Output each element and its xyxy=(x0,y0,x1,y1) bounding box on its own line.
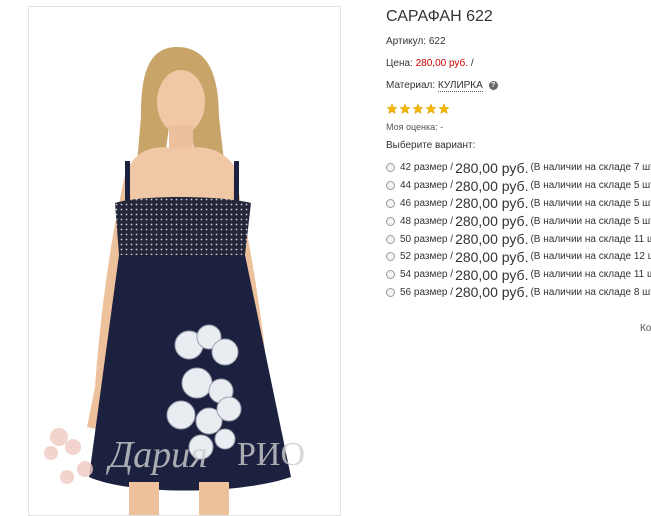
variant-price: 280,00 руб. xyxy=(455,284,529,301)
radio-icon[interactable] xyxy=(386,270,395,280)
variant-price: 280,00 руб. xyxy=(455,266,529,283)
variant-list: 42 размер / 280,00 руб. (В наличии на ск… xyxy=(386,159,651,301)
article-label: Артикул: xyxy=(386,36,427,47)
article-value: 622 xyxy=(428,36,446,47)
my-rating: Моя оценка: - xyxy=(386,122,444,132)
price-row: Цена: 280,00 руб. / xyxy=(386,58,474,69)
variant-size: 52 размер / xyxy=(400,251,454,263)
radio-icon[interactable] xyxy=(386,234,395,244)
variant-option[interactable]: 50 размер / 280,00 руб. (В наличии на ск… xyxy=(386,230,651,248)
product-title: САРАФАН 622 xyxy=(386,8,493,25)
variant-size: 56 размер / xyxy=(400,286,454,298)
star-icon[interactable] xyxy=(386,103,398,115)
material-label: Материал: xyxy=(386,80,436,91)
variant-price: 280,00 руб. xyxy=(455,213,529,230)
price-label: Цена: xyxy=(386,58,413,69)
rating-stars[interactable] xyxy=(386,103,450,115)
star-icon[interactable] xyxy=(412,103,424,115)
material-link[interactable]: КУЛИРКА xyxy=(437,80,483,92)
variant-stock: (В наличии на складе 7 шт.) xyxy=(530,162,651,174)
variant-stock: (В наличии на складе 5 шт.) xyxy=(530,180,651,192)
radio-icon[interactable] xyxy=(386,181,395,191)
variant-price: 280,00 руб. xyxy=(455,195,529,212)
star-icon[interactable] xyxy=(438,103,450,115)
variant-option[interactable]: 42 размер / 280,00 руб. (В наличии на ск… xyxy=(386,159,651,177)
variant-size: 48 размер / xyxy=(400,215,454,227)
question-circle-icon[interactable]: ? xyxy=(488,81,498,90)
variant-price: 280,00 руб. xyxy=(455,177,529,194)
star-icon[interactable] xyxy=(399,103,411,115)
variant-size: 44 размер / xyxy=(400,180,454,192)
product-photo[interactable]: Дария РИО xyxy=(28,6,341,516)
radio-icon[interactable] xyxy=(386,216,395,226)
choose-variant-label: Выберите вариант: xyxy=(386,140,476,151)
radio-icon[interactable] xyxy=(386,163,395,173)
watermark-brand: РИО xyxy=(237,436,305,473)
variant-stock: (В наличии на складе 11 шт.) xyxy=(530,233,651,245)
radio-icon[interactable] xyxy=(386,198,395,208)
variant-option[interactable]: 46 размер / 280,00 руб. (В наличии на ск… xyxy=(386,195,651,213)
cut-off-link[interactable]: Ко xyxy=(640,323,651,334)
variant-size: 54 размер / xyxy=(400,269,454,281)
variant-stock: (В наличии на складе 5 шт.) xyxy=(530,215,651,227)
material-row: Материал: КУЛИРКА ? xyxy=(386,80,498,92)
product-image: Дария РИО xyxy=(29,7,340,515)
article-row: Артикул: 622 xyxy=(386,36,446,47)
variant-price: 280,00 руб. xyxy=(455,159,529,176)
price-value: 280,00 руб. xyxy=(415,58,469,69)
star-icon[interactable] xyxy=(425,103,437,115)
radio-icon[interactable] xyxy=(386,287,395,297)
variant-size: 50 размер / xyxy=(400,233,454,245)
watermark-script: Дария xyxy=(106,434,208,476)
price-suffix: / xyxy=(470,58,474,69)
variant-stock: (В наличии на складе 12 шт.) xyxy=(530,251,651,263)
variant-stock: (В наличии на складе 8 шт.) xyxy=(530,286,651,298)
variant-option[interactable]: 44 размер / 280,00 руб. (В наличии на ск… xyxy=(386,177,651,195)
variant-price: 280,00 руб. xyxy=(455,248,529,265)
variant-option[interactable]: 48 размер / 280,00 руб. (В наличии на ск… xyxy=(386,212,651,230)
radio-icon[interactable] xyxy=(386,252,395,262)
variant-price: 280,00 руб. xyxy=(455,231,529,248)
variant-option[interactable]: 54 размер / 280,00 руб. (В наличии на ск… xyxy=(386,266,651,284)
variant-size: 46 размер / xyxy=(400,197,454,209)
variant-size: 42 размер / xyxy=(400,162,454,174)
variant-stock: (В наличии на складе 11 шт.) xyxy=(530,269,651,281)
variant-option[interactable]: 56 размер / 280,00 руб. (В наличии на ск… xyxy=(386,284,651,302)
variant-stock: (В наличии на складе 5 шт.) xyxy=(530,197,651,209)
variant-option[interactable]: 52 размер / 280,00 руб. (В наличии на ск… xyxy=(386,248,651,266)
